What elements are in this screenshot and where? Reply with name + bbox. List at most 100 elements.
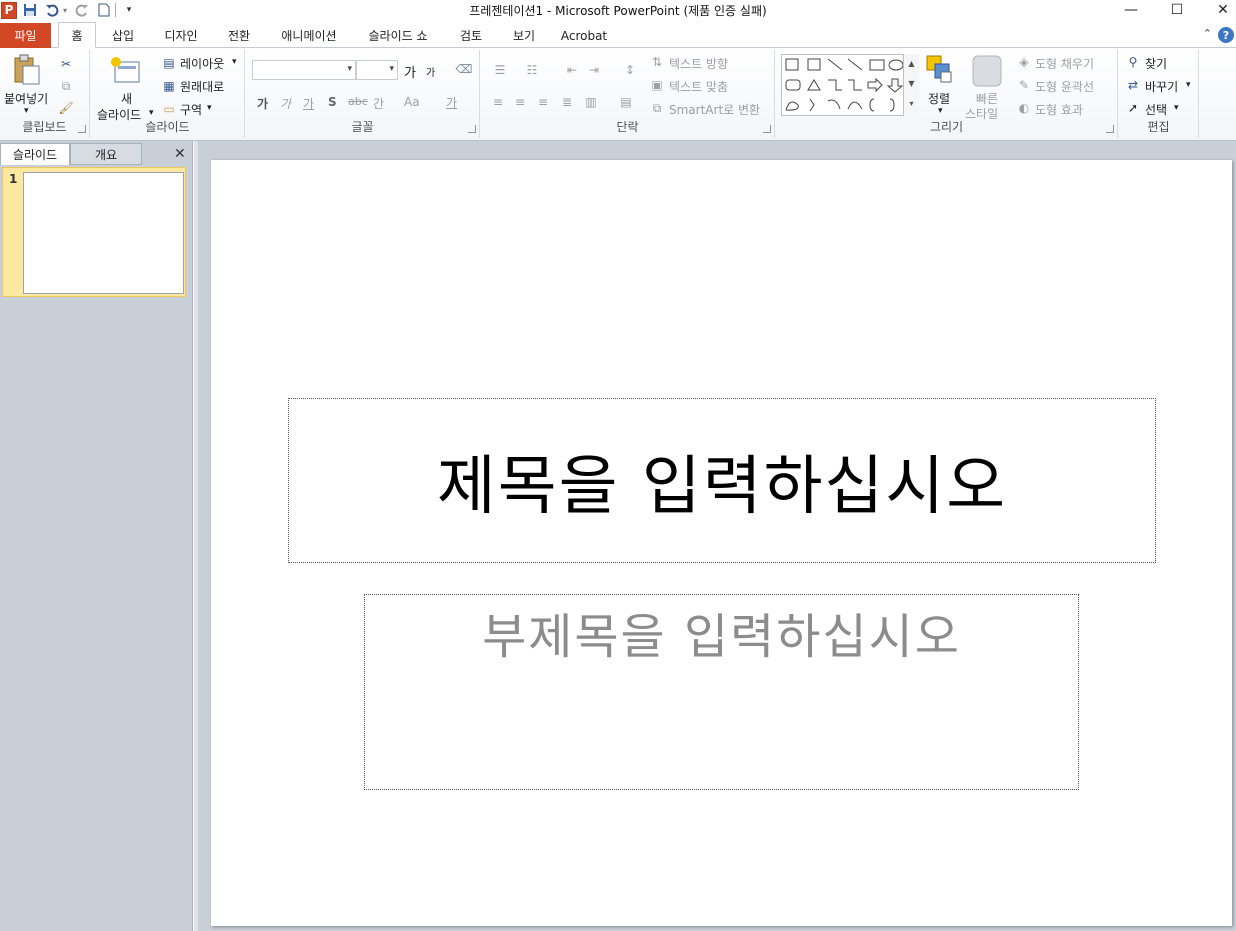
subtitle-placeholder[interactable]: 부제목을 입력하십시오: [364, 594, 1079, 790]
tab-view[interactable]: 보기: [503, 23, 545, 48]
chevron-down-icon[interactable]: ▾: [149, 108, 154, 118]
smartart-button[interactable]: SmartArt로 변환: [669, 101, 760, 118]
reset-button[interactable]: 원래대로: [180, 78, 224, 95]
group-slides: 새 슬라이드 ▾ ▤ 레이아웃 ▾ ▦ 원래대로 ▭ 구역 ▾ 슬라이드: [91, 50, 245, 138]
cursor-icon[interactable]: ➚: [1125, 100, 1141, 116]
align-left-icon[interactable]: ≡: [489, 94, 507, 110]
dialog-launcher-icon[interactable]: [1106, 125, 1114, 133]
quick-styles-icon[interactable]: [972, 55, 1002, 87]
font-name-dropdown[interactable]: ▾: [252, 60, 356, 80]
align-center-icon[interactable]: ≡: [511, 94, 529, 110]
dialog-launcher-icon[interactable]: [763, 125, 771, 133]
arrange-button[interactable]: 정렬: [928, 90, 950, 107]
collapse-ribbon-icon[interactable]: ⌃: [1203, 27, 1212, 43]
section-icon[interactable]: ▭: [161, 102, 177, 116]
tab-review[interactable]: 검토: [450, 23, 492, 48]
columns-icon[interactable]: ▤: [615, 94, 637, 110]
layout-button[interactable]: 레이아웃: [180, 55, 224, 72]
help-icon[interactable]: ?: [1218, 27, 1234, 43]
numbering-icon[interactable]: ☷: [521, 62, 543, 78]
chevron-down-icon: ▾: [389, 64, 394, 74]
slide-thumbnail-row[interactable]: 1: [2, 167, 186, 297]
tab-home[interactable]: 홈: [58, 22, 96, 48]
font-color-button[interactable]: 가: [446, 94, 457, 111]
tab-slideshow[interactable]: 슬라이드 쇼: [358, 23, 438, 48]
chevron-down-icon[interactable]: ▾: [938, 106, 943, 116]
decrease-indent-icon[interactable]: ⇤: [563, 62, 581, 78]
tab-design[interactable]: 디자인: [156, 23, 206, 48]
maximize-button[interactable]: ☐: [1154, 0, 1200, 20]
bold-button[interactable]: 가: [257, 95, 268, 112]
pen-icon[interactable]: ✎: [1016, 77, 1032, 93]
font-size-dropdown[interactable]: ▾: [356, 60, 398, 80]
distribute-icon[interactable]: ▥: [582, 94, 600, 110]
reset-icon[interactable]: ▦: [161, 79, 177, 93]
replace-icon[interactable]: ⇄: [1125, 77, 1141, 93]
text-direction-icon[interactable]: ⇅: [649, 54, 665, 70]
dialog-launcher-icon[interactable]: [468, 125, 476, 133]
binoculars-icon[interactable]: ⚲: [1125, 54, 1141, 70]
italic-button[interactable]: 가: [280, 95, 291, 112]
shrink-font-button[interactable]: 가: [426, 64, 435, 79]
new-slide-label-1[interactable]: 새: [121, 90, 132, 107]
format-painter-icon[interactable]: 🖌: [58, 100, 74, 116]
tab-insert[interactable]: 삽입: [103, 23, 143, 48]
shape-outline-button[interactable]: 도형 윤곽선: [1035, 78, 1094, 95]
align-right-icon[interactable]: ≡: [534, 94, 552, 110]
cut-icon[interactable]: ✂: [58, 56, 74, 72]
find-button[interactable]: 찾기: [1145, 55, 1167, 72]
character-spacing-button[interactable]: 간: [373, 95, 384, 112]
paste-button[interactable]: 붙여넣기: [4, 90, 48, 107]
justify-icon[interactable]: ≣: [558, 94, 576, 110]
chevron-down-icon: ▾: [347, 64, 352, 74]
close-icon[interactable]: ✕: [174, 146, 186, 162]
section-button[interactable]: 구역: [180, 101, 202, 118]
shapes-gallery[interactable]: [781, 54, 919, 116]
group-drawing: ▲ ▼ ▾ 정렬 ▾ 빠른 스타일 ◈ 도형 채우기 ✎ 도형 윤곽선 ◐ 도형 효…: [776, 50, 1118, 138]
tab-animations[interactable]: 애니메이션: [272, 23, 346, 48]
shape-fill-button[interactable]: 도형 채우기: [1035, 55, 1094, 72]
effects-icon[interactable]: ◐: [1016, 100, 1032, 116]
change-case-button[interactable]: Aa: [404, 95, 420, 109]
tab-outline[interactable]: 개요: [70, 143, 142, 165]
replace-button[interactable]: 바꾸기: [1145, 78, 1178, 95]
layout-icon[interactable]: ▤: [161, 56, 177, 70]
chevron-down-icon[interactable]: ▾: [24, 106, 29, 116]
group-editing: ⚲ 찾기 ⇄ 바꾸기 ▾ ➚ 선택 ▾ 편집: [1119, 50, 1199, 138]
shape-effects-button[interactable]: 도형 효과: [1035, 101, 1083, 118]
align-text-icon[interactable]: ▣: [649, 77, 665, 93]
tab-slides[interactable]: 슬라이드: [0, 143, 70, 165]
bullets-icon[interactable]: ☰: [489, 62, 511, 78]
chevron-down-icon[interactable]: ▾: [207, 103, 212, 113]
slide-canvas[interactable]: 제목을 입력하십시오 부제목을 입력하십시오: [211, 160, 1232, 926]
text-direction-button[interactable]: 텍스트 방향: [669, 55, 728, 72]
smartart-icon[interactable]: ⧉: [649, 100, 665, 116]
grow-font-button[interactable]: 가: [404, 62, 416, 81]
shapes-scrollbar[interactable]: ▲ ▼ ▾: [903, 54, 919, 116]
paste-icon[interactable]: [12, 54, 42, 86]
ribbon-controls: ⌃ ?: [1203, 27, 1234, 43]
underline-button[interactable]: 가: [303, 95, 314, 112]
dialog-launcher-icon[interactable]: [78, 125, 86, 133]
tab-transitions[interactable]: 전환: [218, 23, 260, 48]
chevron-down-icon[interactable]: ▾: [1174, 103, 1179, 113]
tab-file[interactable]: 파일: [0, 23, 51, 48]
copy-icon[interactable]: ⧉: [58, 78, 74, 94]
chevron-down-icon[interactable]: ▾: [1186, 80, 1191, 90]
minimize-button[interactable]: —: [1108, 0, 1154, 20]
tab-acrobat[interactable]: Acrobat: [557, 23, 611, 48]
increase-indent-icon[interactable]: ⇥: [585, 62, 603, 78]
strikethrough-button[interactable]: abc: [348, 95, 368, 108]
select-button[interactable]: 선택: [1145, 101, 1167, 118]
align-text-button[interactable]: 텍스트 맞춤: [669, 78, 728, 95]
clear-formatting-icon[interactable]: ⌫: [454, 60, 474, 78]
paint-bucket-icon[interactable]: ◈: [1016, 54, 1032, 70]
new-slide-icon[interactable]: [109, 56, 141, 84]
title-placeholder[interactable]: 제목을 입력하십시오: [288, 398, 1156, 563]
close-button[interactable]: ✕: [1200, 0, 1236, 20]
line-spacing-icon[interactable]: ↕: [619, 62, 641, 78]
arrange-icon[interactable]: [924, 54, 956, 84]
shadow-button[interactable]: S: [328, 95, 337, 109]
chevron-down-icon[interactable]: ▾: [232, 57, 237, 67]
slide-thumbnail[interactable]: [23, 172, 184, 294]
